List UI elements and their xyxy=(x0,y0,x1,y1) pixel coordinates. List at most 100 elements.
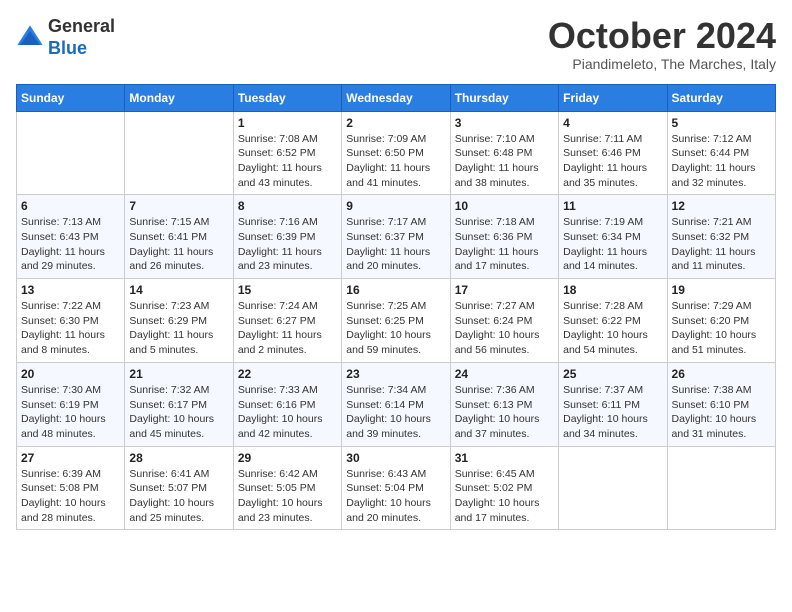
day-info: Sunrise: 7:34 AM Sunset: 6:14 PM Dayligh… xyxy=(346,383,445,442)
calendar-cell: 29 Sunrise: 6:42 AM Sunset: 5:05 PM Dayli… xyxy=(233,446,341,530)
weekday-header: Sunday xyxy=(17,84,125,111)
calendar-cell: 2 Sunrise: 7:09 AM Sunset: 6:50 PM Daylig… xyxy=(342,111,450,195)
calendar-cell: 14Sunrise: 7:23 AM Sunset: 6:29 PM Dayli… xyxy=(125,279,233,363)
weekday-header: Wednesday xyxy=(342,84,450,111)
day-info: Sunrise: 7:30 AM Sunset: 6:19 PM Dayligh… xyxy=(21,383,120,442)
day-number: 18 xyxy=(563,283,662,297)
weekday-header: Friday xyxy=(559,84,667,111)
weekday-header: Tuesday xyxy=(233,84,341,111)
calendar-cell: 11 Sunrise: 7:19 AM Sunset: 6:34 PM Dayli… xyxy=(559,195,667,279)
calendar-cell: 31Sunrise: 6:45 AM Sunset: 5:02 PM Dayli… xyxy=(450,446,558,530)
logo-general: General xyxy=(48,16,115,36)
day-number: 4 xyxy=(563,116,662,130)
calendar-cell: 1 Sunrise: 7:08 AM Sunset: 6:52 PM Daylig… xyxy=(233,111,341,195)
calendar-cell: 10Sunrise: 7:18 AM Sunset: 6:36 PM Dayli… xyxy=(450,195,558,279)
day-info: Sunrise: 7:38 AM Sunset: 6:10 PM Dayligh… xyxy=(672,383,771,442)
calendar-cell: 26 Sunrise: 7:38 AM Sunset: 6:10 PM Dayli… xyxy=(667,362,775,446)
calendar-cell xyxy=(667,446,775,530)
day-info: Sunrise: 7:24 AM Sunset: 6:27 PM Dayligh… xyxy=(238,299,337,358)
day-number: 21 xyxy=(129,367,228,381)
day-number: 29 xyxy=(238,451,337,465)
day-info: Sunrise: 7:37 AM Sunset: 6:11 PM Dayligh… xyxy=(563,383,662,442)
day-number: 5 xyxy=(672,116,771,130)
day-info: Sunrise: 7:11 AM Sunset: 6:46 PM Dayligh… xyxy=(563,132,662,191)
day-number: 7 xyxy=(129,199,228,213)
calendar-cell: 9 Sunrise: 7:17 AM Sunset: 6:37 PM Daylig… xyxy=(342,195,450,279)
calendar-week-row: 20 Sunrise: 7:30 AM Sunset: 6:19 PM Dayli… xyxy=(17,362,776,446)
calendar-cell: 6 Sunrise: 7:13 AM Sunset: 6:43 PM Daylig… xyxy=(17,195,125,279)
day-info: Sunrise: 7:16 AM Sunset: 6:39 PM Dayligh… xyxy=(238,215,337,274)
day-number: 6 xyxy=(21,199,120,213)
day-info: Sunrise: 6:42 AM Sunset: 5:05 PM Dayligh… xyxy=(238,467,337,526)
calendar-table: SundayMondayTuesdayWednesdayThursdayFrid… xyxy=(16,84,776,531)
day-number: 11 xyxy=(563,199,662,213)
day-number: 3 xyxy=(455,116,554,130)
day-number: 22 xyxy=(238,367,337,381)
day-number: 8 xyxy=(238,199,337,213)
calendar-cell: 5 Sunrise: 7:12 AM Sunset: 6:44 PM Daylig… xyxy=(667,111,775,195)
day-info: Sunrise: 7:27 AM Sunset: 6:24 PM Dayligh… xyxy=(455,299,554,358)
day-number: 30 xyxy=(346,451,445,465)
calendar-cell: 28Sunrise: 6:41 AM Sunset: 5:07 PM Dayli… xyxy=(125,446,233,530)
calendar-cell: 22 Sunrise: 7:33 AM Sunset: 6:16 PM Dayli… xyxy=(233,362,341,446)
day-info: Sunrise: 7:13 AM Sunset: 6:43 PM Dayligh… xyxy=(21,215,120,274)
calendar-cell xyxy=(17,111,125,195)
day-number: 1 xyxy=(238,116,337,130)
calendar-cell: 20 Sunrise: 7:30 AM Sunset: 6:19 PM Dayli… xyxy=(17,362,125,446)
logo-text: General Blue xyxy=(48,16,115,59)
day-info: Sunrise: 7:12 AM Sunset: 6:44 PM Dayligh… xyxy=(672,132,771,191)
calendar-week-row: 13 Sunrise: 7:22 AM Sunset: 6:30 PM Dayli… xyxy=(17,279,776,363)
weekday-header: Monday xyxy=(125,84,233,111)
day-info: Sunrise: 6:45 AM Sunset: 5:02 PM Dayligh… xyxy=(455,467,554,526)
logo: General Blue xyxy=(16,16,115,59)
day-info: Sunrise: 7:22 AM Sunset: 6:30 PM Dayligh… xyxy=(21,299,120,358)
day-info: Sunrise: 6:43 AM Sunset: 5:04 PM Dayligh… xyxy=(346,467,445,526)
day-number: 26 xyxy=(672,367,771,381)
day-info: Sunrise: 7:17 AM Sunset: 6:37 PM Dayligh… xyxy=(346,215,445,274)
day-info: Sunrise: 6:41 AM Sunset: 5:07 PM Dayligh… xyxy=(129,467,228,526)
calendar-cell: 12 Sunrise: 7:21 AM Sunset: 6:32 PM Dayli… xyxy=(667,195,775,279)
calendar-header-row: SundayMondayTuesdayWednesdayThursdayFrid… xyxy=(17,84,776,111)
calendar-cell: 25 Sunrise: 7:37 AM Sunset: 6:11 PM Dayli… xyxy=(559,362,667,446)
day-info: Sunrise: 7:08 AM Sunset: 6:52 PM Dayligh… xyxy=(238,132,337,191)
calendar-cell: 23Sunrise: 7:34 AM Sunset: 6:14 PM Dayli… xyxy=(342,362,450,446)
month-title: October 2024 xyxy=(548,16,776,56)
calendar-cell: 24 Sunrise: 7:36 AM Sunset: 6:13 PM Dayli… xyxy=(450,362,558,446)
calendar-cell: 4 Sunrise: 7:11 AM Sunset: 6:46 PM Daylig… xyxy=(559,111,667,195)
day-info: Sunrise: 7:10 AM Sunset: 6:48 PM Dayligh… xyxy=(455,132,554,191)
day-number: 20 xyxy=(21,367,120,381)
day-number: 9 xyxy=(346,199,445,213)
day-info: Sunrise: 7:15 AM Sunset: 6:41 PM Dayligh… xyxy=(129,215,228,274)
logo-blue: Blue xyxy=(48,38,87,58)
location: Piandimeleto, The Marches, Italy xyxy=(548,56,776,72)
day-info: Sunrise: 7:19 AM Sunset: 6:34 PM Dayligh… xyxy=(563,215,662,274)
title-block: October 2024 Piandimeleto, The Marches, … xyxy=(548,16,776,72)
day-info: Sunrise: 7:36 AM Sunset: 6:13 PM Dayligh… xyxy=(455,383,554,442)
day-info: Sunrise: 7:33 AM Sunset: 6:16 PM Dayligh… xyxy=(238,383,337,442)
day-info: Sunrise: 7:09 AM Sunset: 6:50 PM Dayligh… xyxy=(346,132,445,191)
weekday-header: Thursday xyxy=(450,84,558,111)
day-info: Sunrise: 7:21 AM Sunset: 6:32 PM Dayligh… xyxy=(672,215,771,274)
calendar-cell xyxy=(125,111,233,195)
day-number: 25 xyxy=(563,367,662,381)
day-number: 24 xyxy=(455,367,554,381)
calendar-cell: 15Sunrise: 7:24 AM Sunset: 6:27 PM Dayli… xyxy=(233,279,341,363)
calendar-cell xyxy=(559,446,667,530)
calendar-cell: 13 Sunrise: 7:22 AM Sunset: 6:30 PM Dayli… xyxy=(17,279,125,363)
day-number: 13 xyxy=(21,283,120,297)
day-number: 2 xyxy=(346,116,445,130)
calendar-cell: 3 Sunrise: 7:10 AM Sunset: 6:48 PM Daylig… xyxy=(450,111,558,195)
calendar-week-row: 1 Sunrise: 7:08 AM Sunset: 6:52 PM Daylig… xyxy=(17,111,776,195)
day-number: 12 xyxy=(672,199,771,213)
day-info: Sunrise: 7:18 AM Sunset: 6:36 PM Dayligh… xyxy=(455,215,554,274)
day-info: Sunrise: 6:39 AM Sunset: 5:08 PM Dayligh… xyxy=(21,467,120,526)
calendar-cell: 21 Sunrise: 7:32 AM Sunset: 6:17 PM Dayli… xyxy=(125,362,233,446)
calendar-cell: 30 Sunrise: 6:43 AM Sunset: 5:04 PM Dayli… xyxy=(342,446,450,530)
day-number: 17 xyxy=(455,283,554,297)
weekday-header: Saturday xyxy=(667,84,775,111)
calendar-cell: 8 Sunrise: 7:16 AM Sunset: 6:39 PM Daylig… xyxy=(233,195,341,279)
day-info: Sunrise: 7:32 AM Sunset: 6:17 PM Dayligh… xyxy=(129,383,228,442)
logo-icon xyxy=(16,24,44,52)
calendar-cell: 17 Sunrise: 7:27 AM Sunset: 6:24 PM Dayli… xyxy=(450,279,558,363)
calendar-week-row: 6 Sunrise: 7:13 AM Sunset: 6:43 PM Daylig… xyxy=(17,195,776,279)
